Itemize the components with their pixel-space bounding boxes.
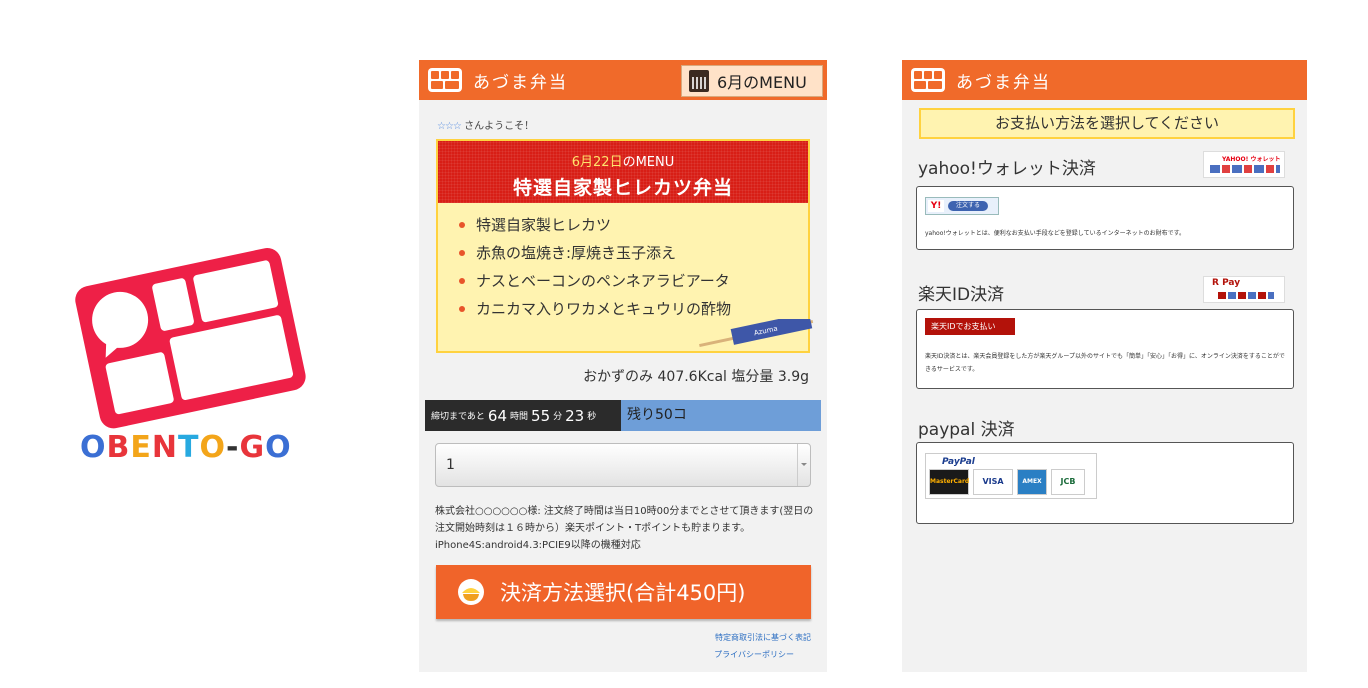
header-bar: あづま弁当 — [902, 60, 1307, 100]
order-screen: あづま弁当 6月のMENU ☆☆☆ さんようこそ！ 6月22日のMENU 特選自… — [419, 60, 827, 672]
countdown-minutes-unit: 分 — [553, 412, 563, 422]
order-countdown: 締切まであと 64 時間 55 分 23 秒 — [425, 400, 621, 431]
countdown-seconds: 23 — [565, 406, 585, 425]
wordmark-letter: N — [151, 430, 178, 465]
payment-method-screen: あづま弁当 お支払い方法を選択してください yahoo!ウォレット決済 YAHO… — [902, 60, 1307, 672]
bento-box-icon — [428, 68, 462, 92]
menu-date-value: 6月22日 — [571, 155, 623, 170]
obento-go-wordmark: OBENTO-GO — [80, 430, 292, 465]
monthly-menu-button[interactable]: 6月のMENU — [681, 65, 823, 97]
mastercard-icon: MasterCard — [929, 469, 969, 495]
privacy-policy-link[interactable]: プライバシーポリシー — [714, 649, 794, 660]
rakuten-pay-button[interactable]: 楽天IDでお支払い — [925, 318, 1015, 335]
wordmark-letter: E — [130, 430, 152, 465]
yahoo-order-button[interactable]: Y! 注文する — [925, 197, 999, 215]
wordmark-letter: O — [80, 430, 107, 465]
remaining-stock: 残り50コ — [621, 400, 821, 431]
amex-icon: AMEX — [1017, 469, 1047, 495]
menu-items: 特選自家製ヒレカツ 赤魚の塩焼き:厚焼き玉子添え ナスとベーコンのペンネアラビア… — [438, 203, 808, 323]
menu-item: 特選自家製ヒレカツ — [458, 211, 808, 239]
countdown-minutes: 55 — [531, 406, 551, 425]
rakuten-pay-logo: R Pay — [1203, 276, 1285, 303]
yahoo-icon: Y! — [928, 200, 944, 212]
legal-notice-link[interactable]: 特定商取引法に基づく表記 — [715, 632, 811, 643]
menu-card-header: 6月22日のMENU 特選自家製ヒレカツ弁当 — [438, 141, 808, 203]
rakuten-pay-logo-text: R Pay — [1212, 278, 1241, 288]
rakuten-pay-title: 楽天ID決済 — [918, 285, 1005, 305]
wordmark-letter: T — [178, 430, 200, 465]
welcome-text: さんようこそ！ — [464, 121, 535, 132]
bento-box-icon — [911, 68, 945, 92]
quantity-value: 1 — [446, 457, 455, 473]
quantity-select[interactable]: 1 — [435, 443, 811, 487]
paypal-logo: PayPal — [942, 457, 975, 467]
order-notice: 株式会社○○○○○○様: 注文終了時間は当日10時00分までとさせて頂きます(翌… — [435, 506, 814, 551]
countdown-hours: 64 — [487, 406, 508, 425]
yahoo-wallet-logo-text: YAHOO! ウォレット — [1222, 156, 1281, 163]
nutrition-info: おかずのみ 407.6Kcal 塩分量 3.9g — [583, 369, 809, 385]
star-icons: ☆☆☆ — [437, 121, 462, 132]
paypal-title: paypal 決済 — [918, 420, 1015, 440]
yahoo-wallet-description: yahoo!ウォレットとは、便利なお支払い手段などを登録しているインターネットの… — [925, 230, 1185, 237]
monthly-menu-label: 6月のMENU — [717, 73, 807, 92]
rice-bowl-icon — [458, 579, 484, 605]
daily-menu-card: 6月22日のMENU 特選自家製ヒレカツ弁当 特選自家製ヒレカツ 赤魚の塩焼き:… — [436, 139, 814, 353]
chevron-down-icon — [797, 444, 810, 486]
payment-heading: お支払い方法を選択してください — [919, 108, 1295, 139]
shop-name: あづま弁当 — [473, 72, 568, 93]
wordmark-letter: G — [239, 430, 266, 465]
wordmark-letter: B — [106, 430, 131, 465]
shop-name: あづま弁当 — [956, 72, 1051, 93]
paypal-card-logos[interactable]: PayPal MasterCard VISA AMEX JCB — [925, 453, 1097, 499]
countdown-hours-unit: 時間 — [510, 412, 529, 422]
rakuten-pay-box: 楽天IDでお支払い 楽天ID決済とは、楽天会員登録をした方が楽天グループ以外のサ… — [916, 309, 1294, 389]
paypal-box: PayPal MasterCard VISA AMEX JCB — [916, 442, 1294, 524]
menu-item: ナスとベーコンのペンネアラビアータ — [458, 267, 808, 295]
menu-item: 赤魚の塩焼き:厚焼き玉子添え — [458, 239, 808, 267]
visa-icon: VISA — [973, 469, 1013, 495]
menu-date-suffix: のMENU — [622, 155, 675, 170]
wordmark-letter: O — [265, 430, 292, 465]
rakuten-pay-description: 楽天ID決済とは、楽天会員登録をした方が楽天グループ以外のサイトでも「簡単」「安… — [925, 353, 1285, 373]
jcb-icon: JCB — [1051, 469, 1085, 495]
countdown-seconds-unit: 秒 — [587, 412, 597, 422]
wordmark-letter: - — [225, 430, 240, 465]
yahoo-wallet-box: Y! 注文する yahoo!ウォレットとは、便利なお支払い手段などを登録している… — [916, 186, 1294, 250]
welcome-message: ☆☆☆ さんようこそ！ — [437, 117, 534, 132]
yahoo-wallet-logo: YAHOO! ウォレット — [1203, 151, 1285, 178]
header-bar: あづま弁当 6月のMENU — [419, 60, 827, 100]
calendar-icon — [689, 70, 709, 92]
select-payment-label: 決済方法選択(合計450円) — [500, 581, 746, 605]
countdown-prefix: 締切まであと — [431, 412, 485, 422]
yahoo-order-label: 注文する — [948, 201, 988, 211]
menu-title: 特選自家製ヒレカツ弁当 — [512, 177, 733, 199]
yahoo-wallet-title: yahoo!ウォレット決済 — [918, 159, 1096, 179]
wordmark-letter: O — [199, 430, 226, 465]
select-payment-button[interactable]: 決済方法選択(合計450円) — [436, 565, 811, 619]
menu-date: 6月22日のMENU — [438, 141, 808, 170]
chopsticks-illustration: Azuma — [699, 319, 814, 347]
